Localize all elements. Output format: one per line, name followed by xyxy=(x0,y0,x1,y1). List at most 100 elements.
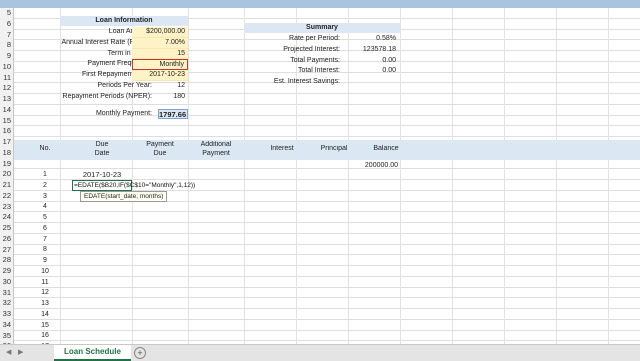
column-gridline xyxy=(452,8,453,344)
row-number[interactable]: 24 xyxy=(0,212,14,223)
row-number[interactable]: 13 xyxy=(0,94,14,105)
row-number[interactable]: 14 xyxy=(0,104,14,116)
row-number[interactable]: 17 xyxy=(0,137,14,148)
row-number[interactable]: 16 xyxy=(0,126,14,137)
row-number[interactable]: 34 xyxy=(0,319,14,331)
loan-info-value[interactable]: 15 xyxy=(132,48,188,60)
row-number[interactable]: 10 xyxy=(0,61,14,73)
row-gridline xyxy=(14,254,640,256)
row-number[interactable]: 33 xyxy=(0,309,14,320)
row-gridline xyxy=(14,222,640,223)
schedule-row-number: 16 xyxy=(41,332,49,340)
row-gridline xyxy=(14,103,640,105)
column-gridline xyxy=(400,8,401,344)
loan-info-value[interactable]: 2017-10-23 xyxy=(132,70,188,81)
row-number[interactable]: 30 xyxy=(0,276,14,288)
tab-scroll-left-icon[interactable]: ◀ xyxy=(6,348,11,356)
header-balance: Balance xyxy=(373,145,399,152)
schedule-row-number: 6 xyxy=(43,224,47,232)
schedule-row-number: 4 xyxy=(43,203,47,211)
row-number[interactable]: 12 xyxy=(0,83,14,94)
row-number[interactable]: 8 xyxy=(0,40,14,51)
row-number[interactable]: 23 xyxy=(0,201,14,213)
row-gridline xyxy=(14,329,640,331)
tab-loan-schedule[interactable]: Loan Schedule xyxy=(54,345,131,361)
schedule-row-number: 3 xyxy=(43,192,47,200)
column-gridline xyxy=(608,8,609,344)
row-number[interactable]: 9 xyxy=(0,51,14,62)
row-gridline xyxy=(14,275,640,277)
row-number[interactable]: 32 xyxy=(0,298,14,309)
row-number[interactable]: 22 xyxy=(0,190,14,202)
row-number[interactable]: 31 xyxy=(0,287,14,299)
row-gridline xyxy=(14,243,640,245)
monthly-payment-label: Monthly Payment: xyxy=(95,110,152,117)
row-number[interactable]: 20 xyxy=(0,169,14,180)
schedule-row-number: 5 xyxy=(43,214,47,221)
sheet-tab-bar: ◀ ▶ Loan Schedule + xyxy=(0,344,640,361)
add-sheet-icon[interactable]: + xyxy=(134,347,146,359)
function-tooltip: EDATE(start_date, months) xyxy=(80,191,168,202)
payment-frequency-dropdown[interactable]: Monthly xyxy=(132,59,188,70)
schedule-row-number: 8 xyxy=(43,246,47,254)
header-payment-due-line2: Due xyxy=(153,150,167,157)
loan-info-value: 180 xyxy=(173,92,185,100)
selected-row-strip xyxy=(0,0,640,8)
row-gridline xyxy=(14,297,640,299)
summary-value: 123578.18 xyxy=(362,45,396,53)
row-number[interactable]: 6 xyxy=(0,18,14,30)
column-gridline xyxy=(188,8,189,344)
summary-value: 0.00 xyxy=(382,67,396,75)
header-principal: Principal xyxy=(320,145,348,152)
row-number[interactable]: 35 xyxy=(0,330,14,342)
schedule-row-number: 13 xyxy=(41,300,49,307)
spreadsheet-grid[interactable]: 5 6 7 8 9 10 11 12 13 14 15 16 17 18 19 20 21 22 23 24 25 26 2… xyxy=(0,0,640,344)
initial-balance[interactable]: 200000.00 xyxy=(358,161,400,170)
schedule-row-number: 7 xyxy=(43,235,47,243)
header-interest: Interest xyxy=(270,145,294,152)
summary-label: Total Payments: xyxy=(290,56,340,64)
summary-value xyxy=(344,77,398,88)
header-additional-line1: Additional xyxy=(200,141,232,148)
loan-info-value[interactable]: 7.00% xyxy=(132,37,188,49)
summary-value: 0.00 xyxy=(382,56,396,64)
schedule-row-number: 12 xyxy=(41,289,49,297)
row-number[interactable]: 25 xyxy=(0,223,14,234)
row-number[interactable]: 11 xyxy=(0,72,14,84)
header-due-date-line1: Due xyxy=(95,141,109,148)
row-number[interactable]: 15 xyxy=(0,115,14,127)
row-number[interactable]: 18 xyxy=(0,147,14,159)
loan-info-value: 12 xyxy=(177,81,185,89)
monthly-payment-value[interactable]: 1797.66 xyxy=(158,109,188,119)
header-due-date-line2: Date xyxy=(94,150,110,157)
row-number[interactable]: 7 xyxy=(0,29,14,41)
schedule-row-number: 1 xyxy=(43,171,47,178)
summary-header: Summary xyxy=(244,23,400,33)
column-gridline xyxy=(504,8,505,344)
summary-label: Total Interest: xyxy=(297,67,340,75)
row-number[interactable]: 29 xyxy=(0,266,14,277)
row-number[interactable]: 5 xyxy=(0,8,14,19)
schedule-row-number: 15 xyxy=(41,321,49,329)
row-number[interactable]: 28 xyxy=(0,255,14,266)
summary-label: Rate per Period: xyxy=(289,35,340,42)
schedule-row-number: 11 xyxy=(41,278,49,286)
row-number[interactable]: 19 xyxy=(0,158,14,170)
schedule-row-number: 2 xyxy=(43,181,47,189)
row-number[interactable]: 26 xyxy=(0,233,14,245)
tab-scroll-right-icon[interactable]: ▶ xyxy=(18,348,23,356)
summary-label: Projected Interest: xyxy=(283,45,340,53)
row-number[interactable]: 21 xyxy=(0,180,14,191)
row-number[interactable]: 27 xyxy=(0,244,14,256)
schedule-row-number: 10 xyxy=(41,267,49,275)
summary-label: Est. Interest Savings: xyxy=(273,78,340,85)
row-gridline xyxy=(14,286,640,288)
row-gridline xyxy=(14,265,640,266)
summary-value: 0.58% xyxy=(376,35,396,42)
loan-info-value[interactable]: $200,000.00 xyxy=(132,27,188,38)
header-no: No. xyxy=(39,145,51,152)
schedule-row-number: 14 xyxy=(41,310,49,318)
header-payment-due-line1: Payment xyxy=(146,141,174,148)
first-due-date-cell[interactable]: 2017-10-23 xyxy=(72,170,132,180)
cell-formula-editor[interactable]: =EDATE($B20,IF($C$10="Monthly",1,12)) xyxy=(74,181,195,190)
